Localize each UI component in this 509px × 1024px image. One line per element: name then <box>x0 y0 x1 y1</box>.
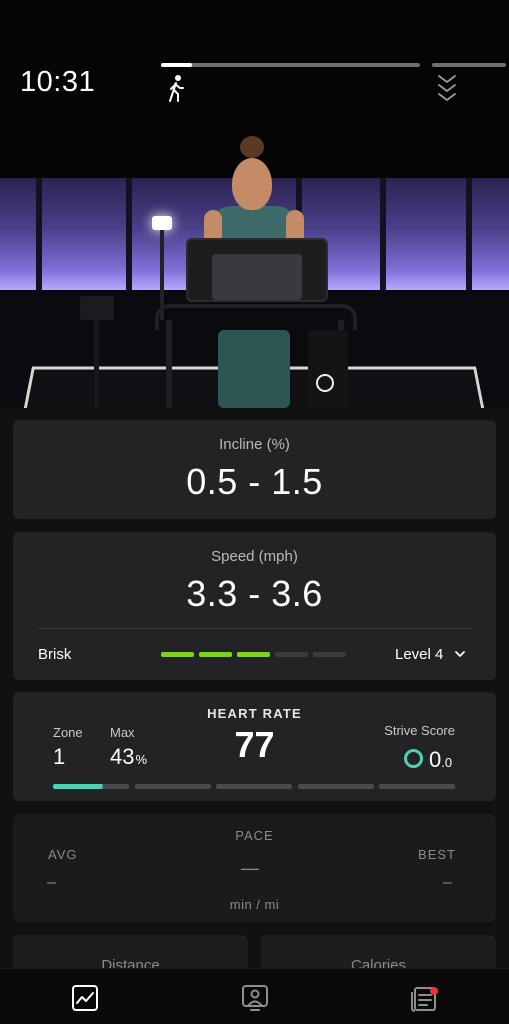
strive-score-dec: .0 <box>441 755 453 770</box>
treadmill-side <box>308 330 348 408</box>
class-progress-fill <box>161 63 193 67</box>
zone-segment <box>53 784 129 789</box>
class-video[interactable]: 10:31 <box>0 0 509 408</box>
strive-score-value: 0.0 <box>429 747 452 773</box>
pace-card: PACE AVG BEST – — – min / mi <box>13 814 496 922</box>
treadmill-screen <box>212 254 302 300</box>
class-progress-bar[interactable] <box>161 63 420 67</box>
bottom-tab-bar <box>0 968 509 1024</box>
studio-light <box>152 216 172 230</box>
pace-best-value: – <box>443 874 452 891</box>
level-segment <box>161 652 194 657</box>
speed-label: Speed (mph) <box>211 548 298 565</box>
divider <box>37 628 472 629</box>
zone-segment <box>134 784 211 789</box>
incline-label: Incline (%) <box>219 436 290 453</box>
incline-card: Incline (%) 0.5 - 1.5 <box>13 420 496 519</box>
pace-avg-label: AVG <box>48 847 78 862</box>
class-progress-segment <box>432 63 506 67</box>
incline-value: 0.5 - 1.5 <box>186 461 323 502</box>
elapsed-time: 10:31 <box>20 66 96 98</box>
speed-value: 3.3 - 3.6 <box>186 573 323 614</box>
notification-badge <box>430 987 438 995</box>
chevron-down-icon[interactable] <box>454 649 466 659</box>
heart-rate-title: HEART RATE <box>207 706 302 721</box>
pace-title: PACE <box>235 828 274 843</box>
strive-score-int: 0 <box>429 747 442 772</box>
speed-card: Speed (mph) 3.3 - 3.6 Brisk Level 4 <box>13 532 496 680</box>
wall-divider <box>36 178 42 290</box>
zone-segment <box>379 784 455 789</box>
level-segment <box>313 652 346 657</box>
speaker-stand <box>94 318 99 408</box>
zone-segment <box>216 784 292 789</box>
pace-level-selector[interactable]: Level 4 <box>395 646 443 663</box>
studio-speaker <box>80 296 114 320</box>
pace-current-value: — <box>241 858 259 878</box>
treadmill-post <box>166 320 172 408</box>
heart-rate-card: Zone 1 Max 43% HEART RATE 77 Strive Scor… <box>13 692 496 801</box>
instructor-hair <box>240 136 264 158</box>
strive-ring-icon <box>404 749 423 768</box>
pace-unit: min / mi <box>229 897 280 912</box>
pace-best-label: BEST <box>418 847 456 862</box>
zone-segment <box>297 784 374 789</box>
level-segment <box>199 652 232 657</box>
level-segment <box>275 652 308 657</box>
pace-avg-value: – <box>47 874 56 891</box>
instructor-legs <box>218 330 290 408</box>
level-segment <box>237 652 270 657</box>
walking-icon <box>169 75 184 102</box>
wall-divider <box>466 178 472 290</box>
pace-name: Brisk <box>38 646 72 663</box>
wall-divider <box>380 178 386 290</box>
brand-logo-icon <box>316 374 334 392</box>
stats-icon[interactable] <box>70 983 100 1013</box>
treadmill-handrail <box>155 304 357 330</box>
strive-score-label: Strive Score <box>384 723 455 738</box>
instructor-video-icon[interactable] <box>240 983 270 1013</box>
instructor-head <box>232 158 272 210</box>
wall-divider <box>126 178 132 290</box>
collapse-chevron-icon[interactable] <box>436 72 458 104</box>
